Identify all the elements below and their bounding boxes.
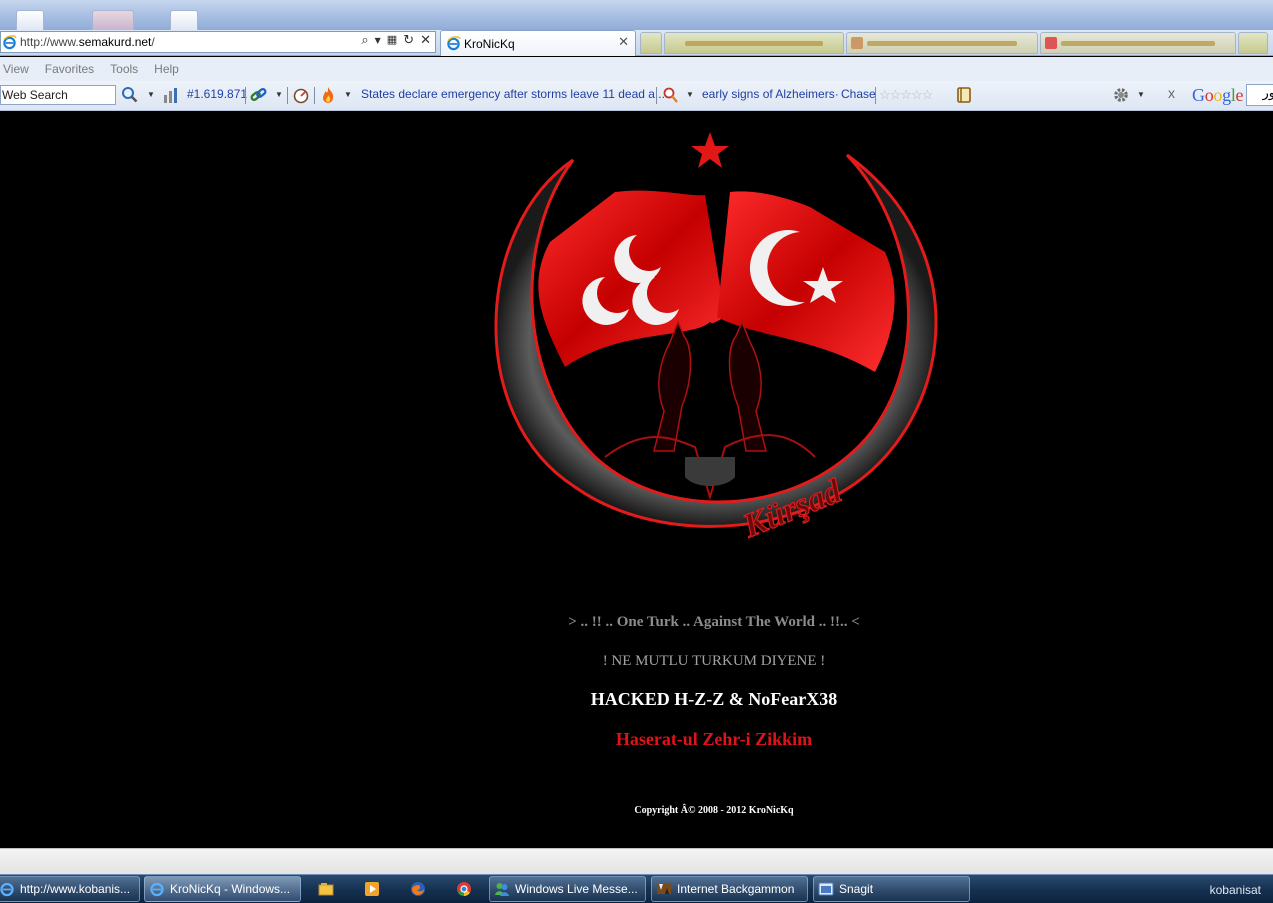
tab-label: KroNicKq — [464, 36, 515, 51]
rating-stars[interactable]: ☆☆☆☆☆ — [879, 87, 933, 103]
google-search-input[interactable]: ور — [1246, 84, 1273, 106]
taskbar-item-label: Snagit — [839, 882, 874, 896]
copyright-text: Copyright Â© 2008 - 2012 KroNicKq — [634, 805, 794, 816]
messenger-icon — [495, 883, 509, 896]
link-icon[interactable] — [250, 86, 268, 104]
hacked-by-heading: HACKED H-Z-Z & NoFearX38 — [590, 689, 838, 709]
group-name-heading: Haserat-ul Zehr-i Zikkim — [615, 729, 813, 749]
news-ticker-icon[interactable] — [661, 86, 679, 104]
speedometer-icon[interactable] — [292, 86, 310, 104]
snagit-icon — [818, 882, 834, 896]
menu-favorites[interactable]: Favorites — [45, 62, 94, 76]
chevron-down-icon[interactable]: ▼ — [375, 36, 381, 48]
compatibility-view-icon[interactable]: ▦ — [387, 33, 397, 48]
divider — [656, 87, 657, 104]
address-tab-row: http://www.semakurd.net/ ⌕ ▼ ▦ ↻ ✕ KroNi… — [0, 30, 1273, 56]
news-link-alzheimers[interactable]: early signs of Alzheimers· — [702, 87, 839, 101]
chevron-down-icon[interactable]: ▼ — [275, 90, 283, 99]
tab-blurred[interactable] — [664, 32, 844, 54]
tab-kronickq[interactable]: KroNicKq ✕ — [440, 30, 636, 56]
tab-blurred[interactable] — [640, 32, 662, 54]
rank-bars-icon[interactable] — [162, 86, 180, 104]
news-headline-link[interactable]: States declare emergency after storms le… — [361, 87, 665, 101]
ie-icon — [0, 882, 14, 897]
taskbar-item-kobanisat[interactable]: http://www.kobanis... — [0, 876, 140, 902]
window-deco — [92, 10, 134, 30]
taskbar-item-label: http://www.kobanis... — [20, 882, 131, 896]
backgammon-icon — [657, 884, 671, 894]
close-tab-icon[interactable]: ✕ — [618, 35, 629, 50]
browser-status-bar — [0, 848, 1273, 874]
ie-icon — [150, 882, 164, 897]
chevron-down-icon[interactable]: ▼ — [344, 90, 352, 99]
search-icon[interactable]: ⌕ — [361, 33, 368, 48]
search-icon[interactable] — [121, 86, 139, 104]
taskbar-item-snagit[interactable]: Snagit — [813, 876, 970, 902]
gear-icon[interactable] — [1112, 86, 1130, 104]
address-bar[interactable]: http://www.semakurd.net/ ⌕ ▼ ▦ ↻ ✕ — [0, 31, 436, 53]
divider — [245, 87, 246, 104]
divider — [287, 87, 288, 104]
chevron-down-icon[interactable]: ▼ — [147, 90, 155, 99]
book-icon[interactable] — [955, 86, 973, 104]
refresh-icon[interactable]: ↻ — [403, 33, 414, 48]
stop-icon[interactable]: ✕ — [420, 33, 431, 48]
new-tab-button[interactable] — [1238, 32, 1268, 54]
taskbar-item-label: KroNicKq - Windows... — [170, 882, 291, 896]
ie-tab-icon — [446, 36, 461, 51]
menu-view[interactable]: View — [3, 62, 29, 76]
close-toolbar-icon[interactable]: x — [1168, 85, 1175, 101]
taskbar-item-backgammon[interactable]: Internet Backgammon — [651, 876, 808, 902]
menu-help[interactable]: Help — [154, 62, 179, 76]
chevron-down-icon[interactable]: ▼ — [1137, 90, 1145, 99]
google-logo: Google — [1192, 85, 1244, 105]
tab-blurred[interactable] — [846, 32, 1038, 54]
slogan-one-turk: > .. !! .. One Turk .. Against The World… — [568, 614, 860, 630]
taskbar-item-label: Windows Live Messe... — [515, 882, 638, 896]
taskbar-item-kronickq[interactable]: KroNicKq - Windows... — [144, 876, 301, 902]
slogan-ne-mutlu: ! NE MUTLU TURKUM DIYENE ! — [602, 653, 826, 669]
explorer-icon[interactable] — [317, 880, 335, 898]
news-link-chase[interactable]: Chase — [841, 87, 876, 101]
ie-page-icon — [2, 34, 17, 50]
crescent-wolves-emblem: Kürşad — [494, 132, 938, 546]
menu-tools[interactable]: Tools — [110, 62, 138, 76]
taskbar-item-label: Internet Backgammon — [677, 882, 795, 896]
media-player-icon[interactable] — [363, 880, 381, 898]
browser-title-bar — [0, 0, 1273, 30]
fire-icon[interactable] — [319, 86, 337, 104]
tray-user-label: kobanisat — [1209, 883, 1261, 897]
address-url[interactable]: http://www.semakurd.net/ — [20, 35, 155, 49]
tab-blurred[interactable] — [1040, 32, 1236, 54]
alexa-rank[interactable]: #1.619.871 — [187, 87, 247, 101]
window-deco — [170, 10, 198, 30]
addon-toolbar: ▼ #1.619.871 ▼ ▼ States declare emergenc… — [0, 81, 1273, 111]
web-search-input[interactable] — [0, 85, 116, 105]
chevron-down-icon[interactable]: ▼ — [686, 90, 694, 99]
window-deco — [16, 10, 44, 30]
taskbar-item-messenger[interactable]: Windows Live Messe... — [489, 876, 646, 902]
menu-bar: View Favorites Tools Help — [0, 57, 1273, 81]
divider — [314, 87, 315, 104]
divider — [875, 87, 876, 104]
chrome-icon[interactable] — [455, 880, 473, 898]
page-content: Kürşad > .. !! .. One Turk .. Against Th… — [0, 112, 1273, 848]
windows-taskbar: http://www.kobanis... KroNicKq - Windows… — [0, 874, 1273, 903]
firefox-icon[interactable] — [409, 880, 427, 898]
